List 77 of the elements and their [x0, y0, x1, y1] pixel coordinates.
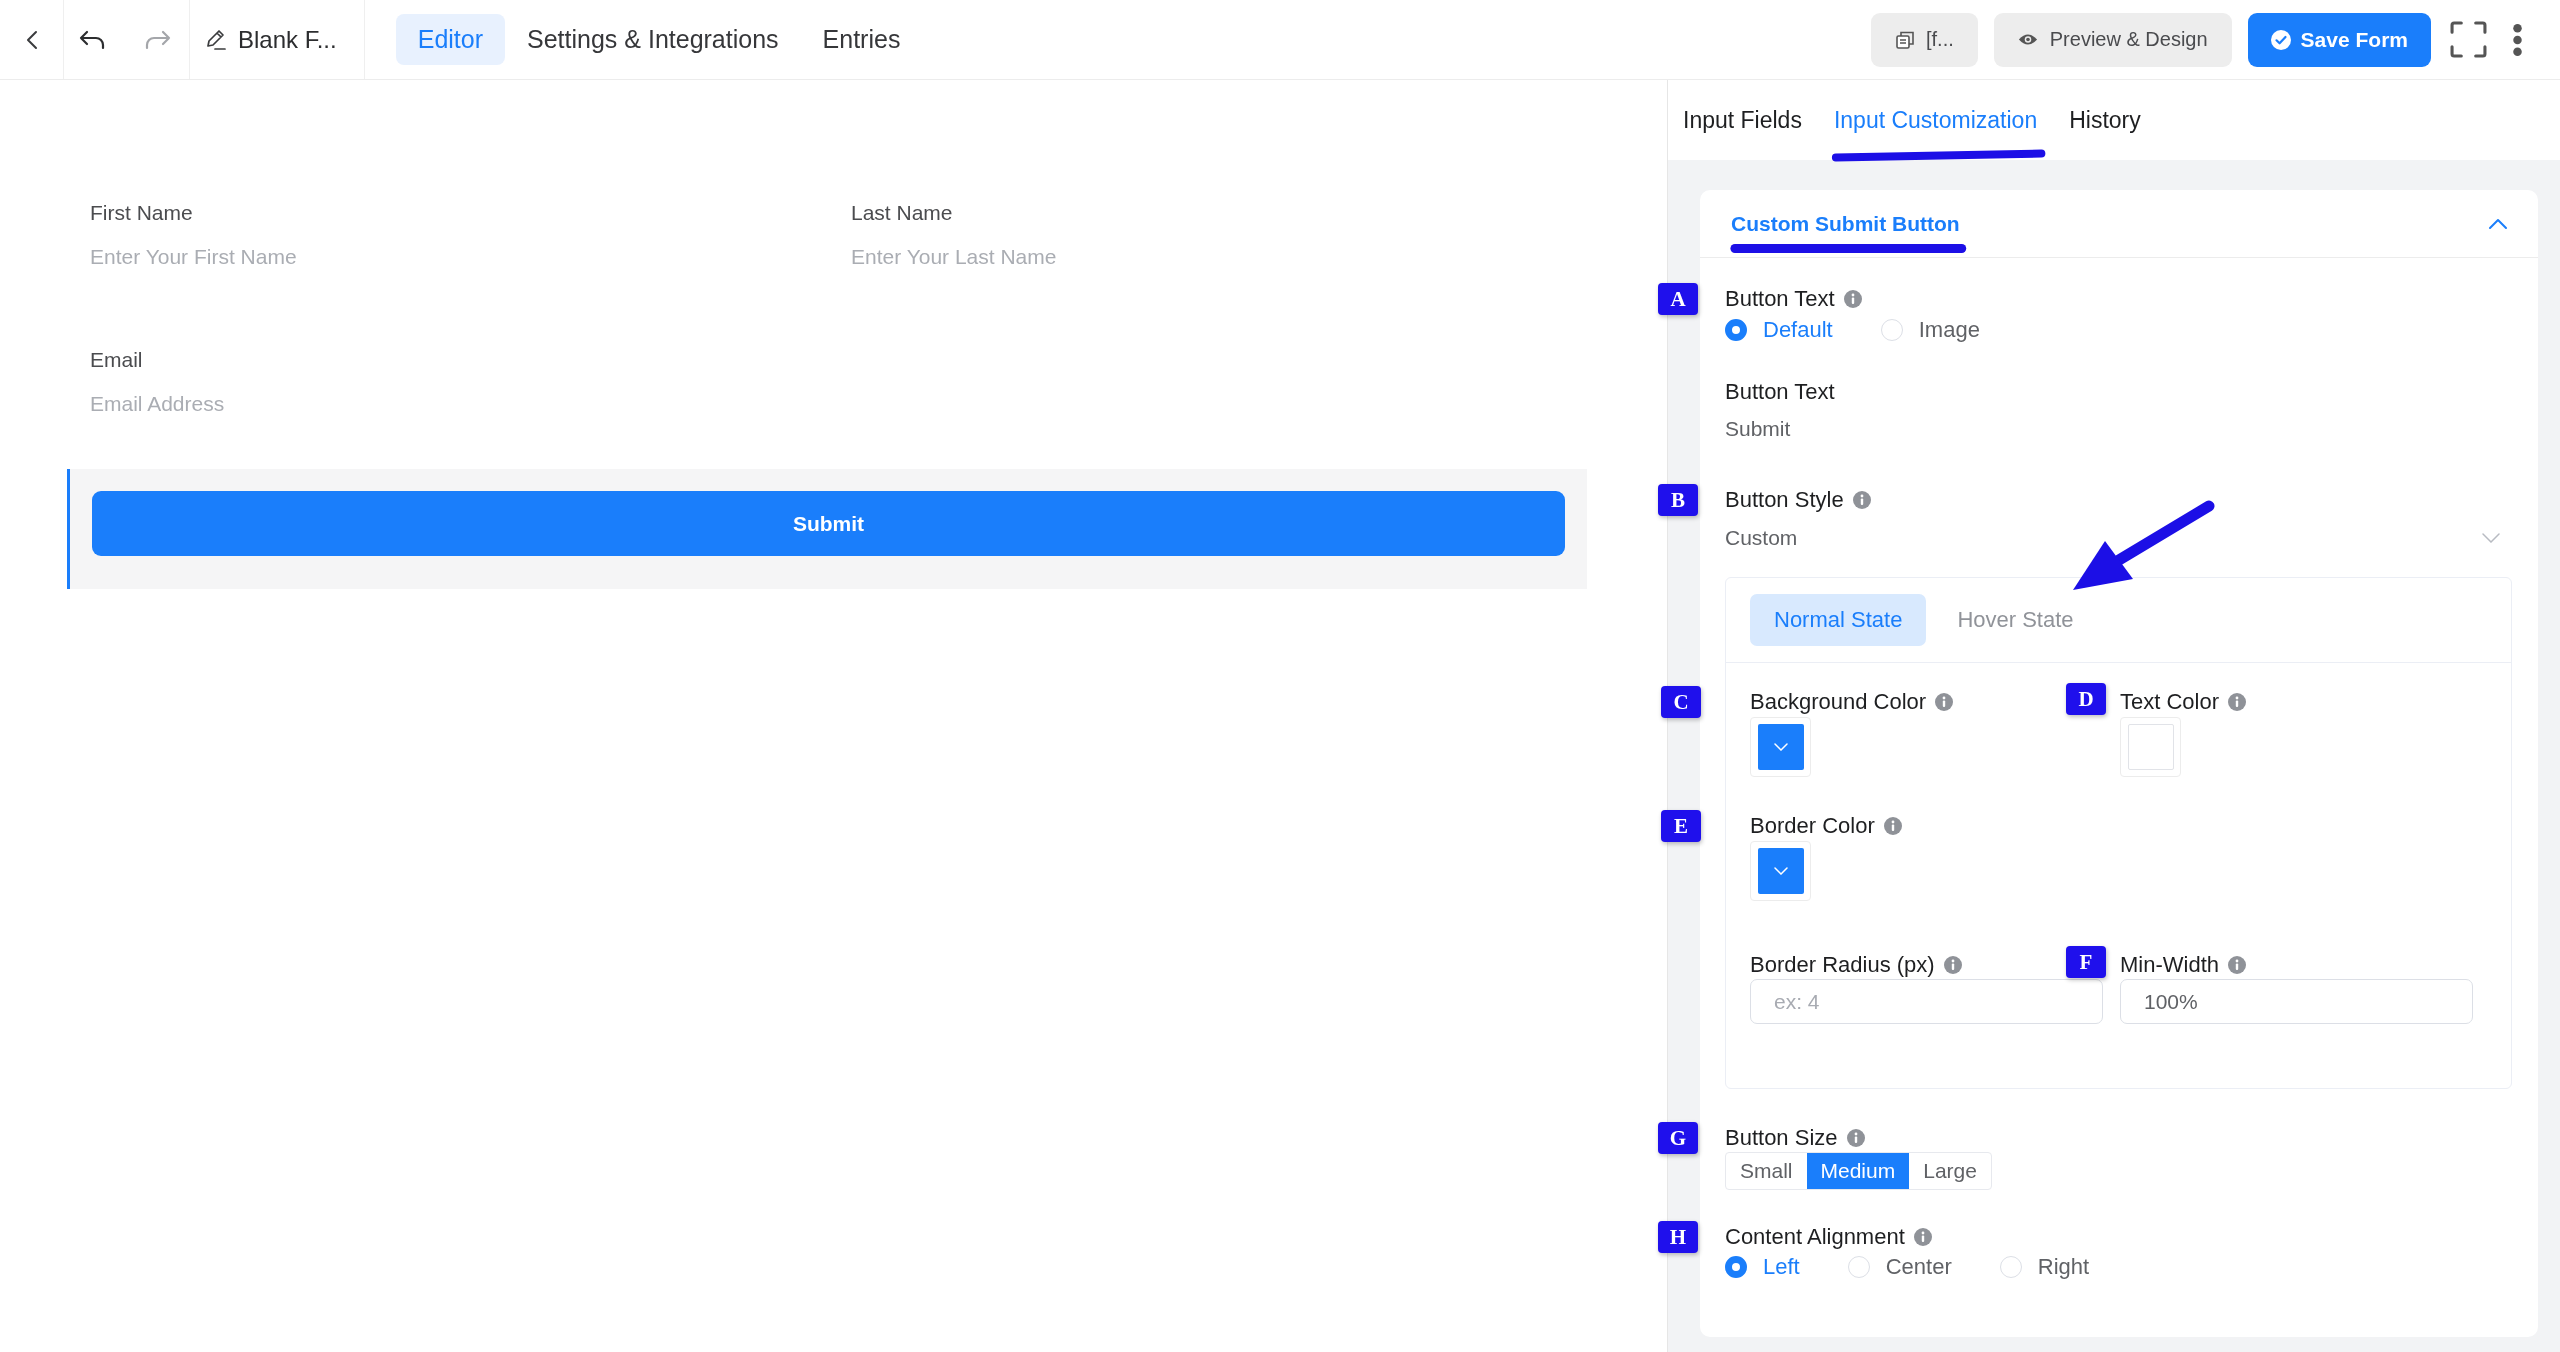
style-dropdown[interactable]: Custom [1725, 525, 2512, 551]
field-label: Min-Width [2120, 952, 2219, 978]
form-title[interactable]: Blank F... [238, 25, 337, 54]
panel-tab[interactable]: History [2069, 107, 2141, 133]
chevron-down-icon [1774, 743, 1788, 751]
info-icon [1883, 817, 1902, 835]
annotation-badge: G [1658, 1122, 1698, 1154]
field-label: Button Style [1725, 487, 1844, 513]
annotation-badge: H [1658, 1221, 1698, 1253]
fullscreen-button[interactable] [2450, 21, 2487, 58]
radio-option[interactable]: Default [1725, 318, 1833, 342]
text-value[interactable]: Submit [1725, 416, 1791, 442]
field-label: Email [90, 348, 143, 372]
field-label: Last Name [851, 201, 953, 225]
nav-tab[interactable]: Entries [800, 14, 923, 65]
annotation-badge: F [2066, 946, 2106, 978]
info-icon [1935, 693, 1954, 711]
chevron-down-icon [1774, 867, 1788, 875]
pencil-icon [206, 28, 226, 51]
radio-option[interactable]: Right [1999, 1255, 2090, 1279]
chevron-up-icon[interactable] [2488, 217, 2508, 230]
eye-icon [2017, 33, 2038, 46]
save-form-button[interactable]: Save Form [2247, 12, 2431, 67]
fullscreen-icon [2450, 21, 2487, 58]
annotation-badge: C [1661, 686, 1701, 718]
info-icon [1843, 290, 1862, 308]
info-icon [1846, 1129, 1865, 1147]
radio-option[interactable]: Center [1847, 1255, 1952, 1279]
input-field[interactable]: Enter Your Last Name [851, 237, 1451, 277]
field-label: Content Alignment [1725, 1224, 1905, 1250]
field-label: Text Color [2120, 689, 2220, 715]
state-tab[interactable]: Normal State [1750, 594, 1927, 646]
field-label: Border Radius (px) [1750, 952, 1935, 978]
section-title[interactable]: Custom Submit Button [1731, 210, 1960, 237]
nav-tab[interactable]: Settings & Integrations [505, 14, 801, 65]
input-field[interactable]: 100% [2120, 979, 2473, 1024]
kebab-menu-icon [2512, 23, 2523, 56]
panel-tab[interactable]: Input Customization [1833, 107, 2038, 133]
chevron-left-icon [25, 29, 38, 50]
annotation-badge: A [1658, 283, 1698, 315]
input-field[interactable]: Enter Your First Name [90, 237, 690, 277]
check-circle-icon [2270, 29, 2291, 50]
submit-button[interactable]: Submit [92, 491, 1565, 556]
color-picker[interactable] [1750, 841, 1811, 901]
annotation-badge: E [1661, 810, 1701, 842]
info-icon [1943, 956, 1962, 974]
field-label: First Name [90, 201, 193, 225]
state-tab[interactable]: Hover State [1933, 594, 2098, 646]
info-icon [1852, 491, 1871, 509]
radio-option[interactable]: Left [1725, 1255, 1800, 1279]
field-label: Button Text [1725, 379, 1835, 405]
undo-arrow-icon [79, 29, 105, 50]
copy-icon [1894, 29, 1915, 50]
input-field[interactable]: ex: 4 [1750, 979, 2103, 1024]
annotation-badge: D [2066, 683, 2106, 715]
field-label: Button Text [1725, 286, 1835, 312]
chevron-down-icon [2482, 533, 2500, 543]
input-field[interactable]: Email Address [90, 384, 690, 424]
panel-tab[interactable]: Input Fields [1683, 107, 1802, 133]
nav-tab[interactable]: Editor [395, 14, 506, 65]
color-picker[interactable] [1750, 717, 1811, 777]
redo-arrow-icon [145, 29, 171, 50]
more-options-button[interactable] [2512, 23, 2523, 56]
annotation-badge: B [1658, 484, 1698, 516]
info-icon [2228, 956, 2246, 974]
preview-design-button[interactable]: Preview & Design [1993, 12, 2232, 67]
field-label: Background Color [1750, 689, 1927, 715]
size-option[interactable]: Medium [1806, 1153, 1910, 1189]
info-icon [2228, 693, 2247, 711]
size-option[interactable]: Small [1726, 1153, 1807, 1189]
info-icon [1913, 1228, 1932, 1246]
field-label: Border Color [1750, 813, 1875, 839]
shortcode-button[interactable]: [f... [1870, 12, 1978, 67]
radio-option[interactable]: Image [1880, 318, 1980, 342]
color-picker[interactable] [2120, 717, 2181, 777]
size-option[interactable]: Large [1909, 1153, 1991, 1189]
field-label: Button Size [1725, 1125, 1838, 1151]
